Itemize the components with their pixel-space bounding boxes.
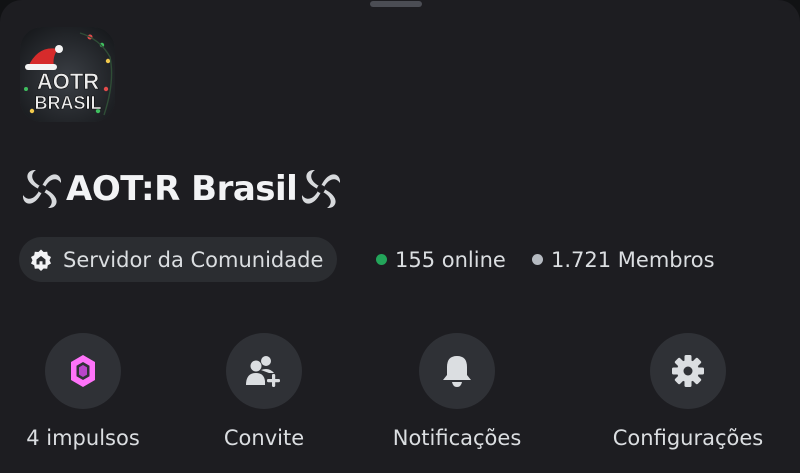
online-count: 155 online <box>376 237 506 282</box>
member-count-text: 1.721 Membros <box>551 247 715 272</box>
boost-gem-icon <box>71 355 95 387</box>
server-info-sheet: AOTR BRASIL AOT:R Brasil Servidor da Com… <box>0 0 800 473</box>
boosts-label: 4 impulsos <box>26 426 140 450</box>
server-icon-text-top: AOTR <box>37 69 99 94</box>
notifications-label: Notificações <box>392 426 522 450</box>
invite-button-circle[interactable] <box>226 333 302 409</box>
drag-handle[interactable] <box>370 1 422 7</box>
gear-icon <box>672 355 704 387</box>
settings-button-circle[interactable] <box>650 333 726 409</box>
notifications-button[interactable]: Notificações <box>357 333 557 450</box>
server-name: AOT:R Brasil <box>20 164 343 214</box>
online-dot-icon <box>376 254 387 265</box>
members-dot-icon <box>532 254 543 265</box>
settings-button[interactable]: Configurações <box>588 333 788 450</box>
invite-label: Convite <box>223 426 305 450</box>
server-icon-text-bottom: BRASIL <box>35 93 102 113</box>
bell-icon <box>443 356 471 387</box>
online-count-text: 155 online <box>395 247 506 272</box>
invite-people-icon <box>246 356 280 387</box>
server-icon[interactable]: AOTR BRASIL <box>20 27 115 122</box>
boosts-button[interactable]: 4 impulsos <box>0 333 183 450</box>
swirl-emoji-icon <box>302 169 341 209</box>
invite-button[interactable]: Convite <box>164 333 364 450</box>
server-name-text: AOT:R Brasil <box>66 169 298 209</box>
swirl-emoji-icon <box>22 169 62 209</box>
community-server-icon <box>31 249 51 271</box>
settings-label: Configurações <box>612 426 764 450</box>
community-server-label: Servidor da Comunidade <box>63 247 324 272</box>
member-count: 1.721 Membros <box>532 237 715 282</box>
boosts-button-circle[interactable] <box>45 333 121 409</box>
notifications-button-circle[interactable] <box>419 333 495 409</box>
community-server-badge[interactable]: Servidor da Comunidade <box>19 237 338 282</box>
